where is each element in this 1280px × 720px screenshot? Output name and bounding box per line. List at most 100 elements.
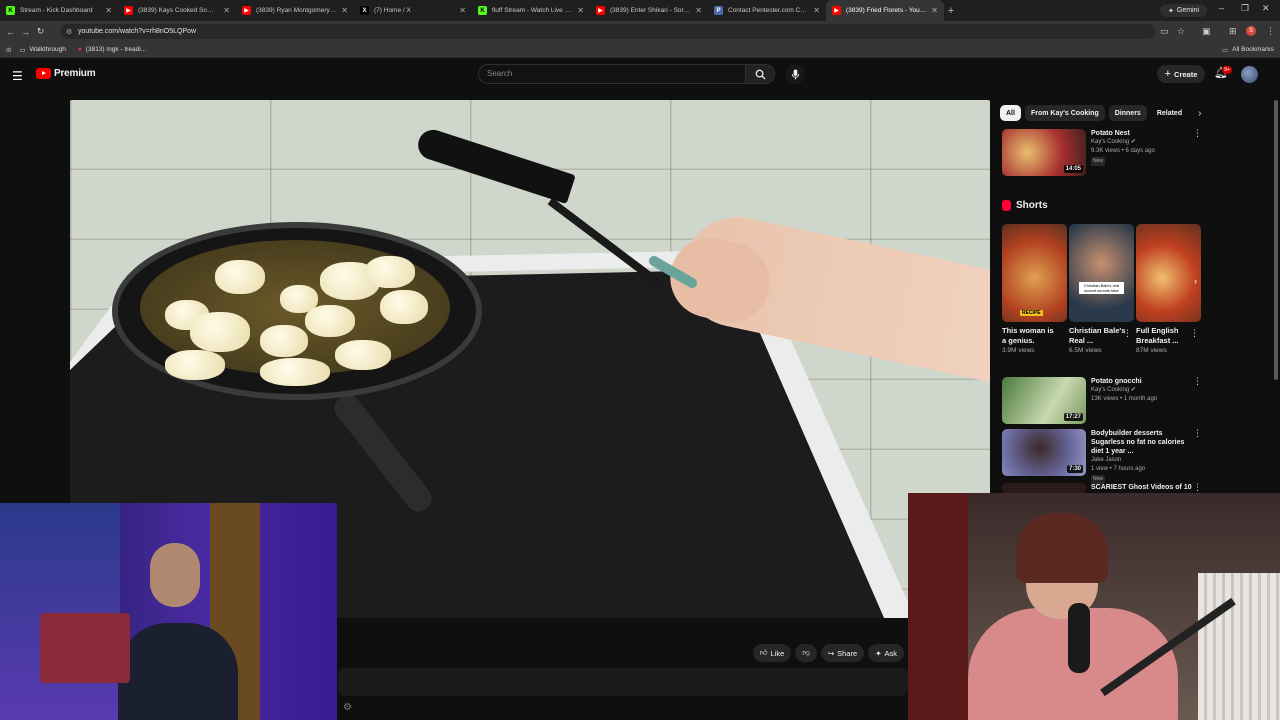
short-thumbnail[interactable]: Christian Bale's real accent sounds fake bbox=[1069, 224, 1134, 322]
url-bar[interactable]: ⚙ youtube.com/watch?v=rh8nO5LQPow bbox=[60, 24, 1155, 39]
cast-icon[interactable]: ▭ bbox=[1160, 26, 1169, 37]
bookmark-walkthrough[interactable]: ▭ Walkthrough bbox=[19, 46, 65, 54]
minimize-icon[interactable]: – bbox=[1219, 3, 1224, 13]
dislike-button[interactable]: 👎︎ bbox=[795, 644, 817, 662]
more-options-icon[interactable]: ⋮ bbox=[1123, 328, 1132, 339]
search-input[interactable]: Search bbox=[478, 64, 746, 84]
browser-tab[interactable]: ▶ (3839) Fried Florets - YouTube ✕ bbox=[826, 0, 944, 21]
close-window-icon[interactable]: ✕ bbox=[1262, 3, 1270, 14]
back-icon[interactable]: ← bbox=[3, 27, 18, 37]
site-info-icon[interactable]: ⚙ bbox=[66, 28, 72, 36]
more-options-icon[interactable]: ⋮ bbox=[1193, 483, 1202, 492]
ask-button[interactable]: ✦ Ask bbox=[868, 644, 904, 662]
profile-avatar[interactable]: S bbox=[1246, 26, 1256, 36]
tab-favicon-icon: K bbox=[6, 6, 15, 15]
new-tab-icon[interactable]: + bbox=[944, 5, 958, 17]
close-tab-icon[interactable]: ✕ bbox=[695, 6, 702, 15]
youtube-logo[interactable]: Premium bbox=[36, 68, 96, 79]
chip-dinners[interactable]: Dinners bbox=[1108, 105, 1147, 121]
apps-grid-icon[interactable]: ⊞ bbox=[6, 46, 11, 54]
restore-icon[interactable]: ❐ bbox=[1241, 3, 1249, 14]
verified-icon: ✔ bbox=[1130, 387, 1136, 393]
chip-all[interactable]: All bbox=[1000, 105, 1021, 121]
video-title[interactable]: Potato gnocchi bbox=[1091, 377, 1192, 386]
create-button[interactable]: + Create bbox=[1157, 65, 1205, 83]
browser-tab[interactable]: ▶ (3839) Enter Shikari - Sorry You... ✕ bbox=[590, 0, 708, 21]
user-avatar[interactable] bbox=[1241, 66, 1258, 83]
browser-tab[interactable]: K Stream - Kick Dashboard ✕ bbox=[0, 0, 118, 21]
plus-icon: + bbox=[1164, 68, 1172, 80]
more-options-icon[interactable]: ⋮ bbox=[1193, 129, 1202, 138]
close-tab-icon[interactable]: ✕ bbox=[931, 6, 938, 15]
video-frame-floret bbox=[260, 358, 330, 386]
tab-title: fluff Stream - Watch Live on Ki... bbox=[492, 7, 572, 14]
webcam-radiator bbox=[1198, 573, 1280, 720]
browser-tab[interactable]: Kfluff Stream - Watch Live on Ki... ✕ bbox=[472, 0, 590, 21]
short-thumbnail[interactable]: RECIPE bbox=[1002, 224, 1067, 322]
search-button[interactable] bbox=[745, 64, 775, 84]
video-frame-floret bbox=[190, 312, 250, 352]
browser-tab[interactable]: ▶ (3839) Ryan Montgomery – Ha... ✕ bbox=[236, 0, 354, 21]
sidebar-video-item[interactable]: 17:27 Potato gnocchi Kay's Cooking ✔ 13K… bbox=[1002, 377, 1202, 425]
chevron-right-icon[interactable]: › bbox=[1194, 276, 1197, 286]
duration-badge: 7:30 bbox=[1066, 465, 1083, 473]
bookmark-star-icon[interactable]: ☆ bbox=[1177, 26, 1185, 37]
close-tab-icon[interactable]: ✕ bbox=[341, 6, 348, 15]
reload-icon[interactable]: ↻ bbox=[33, 26, 48, 37]
close-tab-icon[interactable]: ✕ bbox=[223, 6, 230, 15]
description-box[interactable] bbox=[338, 668, 908, 696]
chip-from-channel[interactable]: From Kay's Cooking bbox=[1024, 105, 1105, 121]
like-button[interactable]: 👍︎ Like bbox=[752, 644, 792, 662]
video-frame-floret bbox=[380, 290, 428, 324]
video-title[interactable]: Potato Nest bbox=[1091, 129, 1192, 138]
channel-name[interactable]: Jake Jason bbox=[1091, 456, 1192, 465]
all-bookmarks[interactable]: ▭ All Bookmarks bbox=[1222, 46, 1274, 54]
video-title[interactable]: SCARIEST Ghost Videos of 10 bbox=[1091, 483, 1192, 492]
more-options-icon[interactable]: ⋮ bbox=[1193, 429, 1202, 438]
browser-menu-icon[interactable]: ⋮ bbox=[1266, 26, 1275, 37]
related-sidebar: All From Kay's Cooking Dinners Related ›… bbox=[1000, 100, 1205, 500]
short-item[interactable]: › Full English Breakfast ... 87M views ⋮ bbox=[1136, 224, 1201, 356]
browser-tab[interactable]: P Contact Pentester.com Cyberse... ✕ bbox=[708, 0, 826, 21]
short-thumb-label: RECIPE bbox=[1020, 310, 1043, 316]
tab-title: Contact Pentester.com Cyberse... bbox=[728, 7, 808, 14]
voice-search-button[interactable] bbox=[785, 64, 805, 84]
close-tab-icon[interactable]: ✕ bbox=[459, 6, 466, 15]
bookmark-label: Walkthrough bbox=[29, 46, 66, 53]
webcam-microphone bbox=[1068, 603, 1090, 673]
short-views: 6.5M views bbox=[1069, 347, 1102, 354]
channel-name[interactable]: Kay's Cooking bbox=[1091, 387, 1129, 393]
close-tab-icon[interactable]: ✕ bbox=[105, 6, 112, 15]
sidepanel-icon[interactable]: ▣ bbox=[1202, 26, 1211, 37]
sidebar-video-item[interactable]: 7:30 Bodybuilder desserts Sugarless no f… bbox=[1002, 429, 1202, 484]
bookmark-mgk[interactable]: ● (3813) mgk - treadi... bbox=[78, 46, 146, 53]
extensions-icon[interactable]: ⊞ bbox=[1229, 26, 1237, 37]
forward-icon[interactable]: → bbox=[18, 27, 33, 37]
gemini-button[interactable]: ✦ Gemini bbox=[1160, 4, 1208, 17]
channel-name[interactable]: Kay's Cooking bbox=[1091, 139, 1129, 145]
close-tab-icon[interactable]: ✕ bbox=[813, 6, 820, 15]
video-thumbnail[interactable]: 7:30 bbox=[1002, 429, 1086, 476]
short-item[interactable]: Christian Bale's real accent sounds fake… bbox=[1069, 224, 1134, 356]
chevron-right-icon[interactable]: › bbox=[1198, 108, 1201, 119]
short-item[interactable]: RECIPE This woman is a genius. 3.9M view… bbox=[1002, 224, 1067, 356]
streamer-webcam-left bbox=[0, 503, 337, 720]
chip-related[interactable]: Related bbox=[1151, 105, 1188, 121]
page-scrollbar[interactable] bbox=[1274, 100, 1278, 380]
short-thumbnail[interactable]: › bbox=[1136, 224, 1201, 322]
close-tab-icon[interactable]: ✕ bbox=[577, 6, 584, 15]
video-title[interactable]: Bodybuilder desserts Sugarless no fat no… bbox=[1091, 429, 1192, 456]
browser-tab[interactable]: ▶ (3839) Kays Cooked Something... ✕ bbox=[118, 0, 236, 21]
share-button[interactable]: ↪ Share bbox=[820, 644, 865, 662]
hamburger-menu-icon[interactable]: ☰ bbox=[12, 69, 23, 83]
more-options-icon[interactable]: ⋮ bbox=[1190, 328, 1199, 339]
settings-gear-icon[interactable]: ⚙ bbox=[343, 702, 352, 713]
video-frame-floret bbox=[365, 256, 415, 288]
browser-tab[interactable]: X (7) Home / X ✕ bbox=[354, 0, 472, 21]
video-frame-floret bbox=[305, 305, 355, 337]
video-thumbnail[interactable]: 14:05 bbox=[1002, 129, 1086, 176]
video-thumbnail[interactable]: 17:27 bbox=[1002, 377, 1086, 424]
more-options-icon[interactable]: ⋮ bbox=[1193, 377, 1202, 386]
sidebar-video-item[interactable]: 14:05 Potato Nest Kay's Cooking ✔ 9.3K v… bbox=[1002, 129, 1202, 177]
short-title[interactable]: This woman is a genius. bbox=[1002, 326, 1067, 346]
